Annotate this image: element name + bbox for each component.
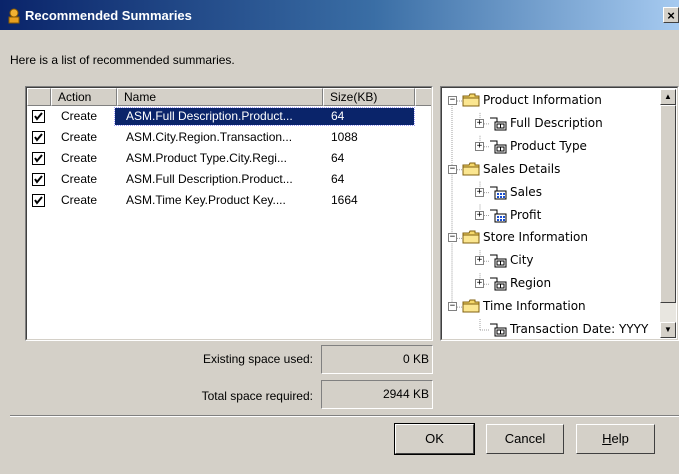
expand-icon[interactable]: + [475, 187, 484, 197]
help-button[interactable]: Help [576, 424, 655, 454]
existing-space-label: Existing space used: [202, 352, 313, 366]
checkmark-icon [34, 112, 43, 121]
tree-item-node[interactable]: Transaction Date: YYYY [442, 319, 664, 339]
tree-node-label: Sales Details [483, 161, 561, 176]
column-header-filler [415, 88, 431, 106]
folder-icon [462, 92, 480, 111]
row-size: 1664 [331, 193, 358, 207]
dimension-icon [489, 138, 507, 157]
row-name: ASM.City.Region.Transaction... [126, 130, 293, 144]
table-row[interactable]: Create ASM.City.Region.Transaction... 1088 [27, 128, 431, 146]
total-space-value: 2944 KB [321, 380, 433, 409]
table-row[interactable]: Create ASM.Time Key.Product Key.... 1664 [27, 191, 431, 209]
checkmark-icon [34, 133, 43, 142]
expand-icon[interactable]: + [475, 141, 484, 151]
row-action: Create [61, 172, 98, 186]
list-header: Action Name Size(KB) [27, 88, 431, 106]
row-size: 1088 [331, 130, 358, 144]
dimension-icon [489, 321, 507, 339]
tree-node-label: Time Information [483, 299, 586, 314]
column-header-action[interactable]: Action [51, 88, 117, 106]
tree-folder-node[interactable]: − Sales Details [442, 159, 664, 181]
row-checkbox[interactable] [32, 131, 45, 144]
row-name: ASM.Time Key.Product Key.... [126, 193, 286, 207]
tree-node-label: Profit [510, 207, 542, 222]
table-row[interactable]: Create ASM.Full Description.Product... 64 [27, 107, 431, 126]
row-action: Create [61, 109, 98, 123]
tree-item-node[interactable]: + Full Description [442, 113, 664, 135]
summary-wizard-icon [8, 8, 20, 24]
table-row[interactable]: Create ASM.Full Description.Product... 64 [27, 170, 431, 188]
ok-button[interactable]: OK [394, 423, 475, 455]
row-action: Create [61, 193, 98, 207]
close-button[interactable]: × [663, 7, 679, 23]
collapse-icon[interactable]: − [448, 233, 457, 243]
dimension-tree[interactable]: − Product Information + Full Description + Pr… [440, 86, 679, 341]
expand-icon[interactable]: + [475, 256, 484, 266]
row-checkbox[interactable] [32, 173, 45, 186]
collapse-icon[interactable]: − [448, 302, 457, 312]
row-checkbox[interactable] [32, 152, 45, 165]
tree-item-node[interactable]: + Product Type [442, 136, 664, 158]
folder-icon [462, 161, 480, 180]
scroll-thumb[interactable] [660, 105, 676, 303]
collapse-icon[interactable]: − [448, 164, 457, 174]
dimension-icon [489, 115, 507, 134]
row-action: Create [61, 151, 98, 165]
checkmark-icon [34, 196, 43, 205]
expand-icon[interactable]: + [475, 279, 484, 289]
checkmark-icon [34, 154, 43, 163]
tree-folder-node[interactable]: − Product Information [442, 90, 664, 112]
tree-folder-node[interactable]: − Store Information [442, 227, 664, 249]
folder-icon [462, 229, 480, 248]
tree-item-node[interactable]: + Profit [442, 205, 664, 227]
row-action: Create [61, 130, 98, 144]
tree-node-label: Sales [510, 184, 542, 199]
tree-item-node[interactable]: + Sales [442, 182, 664, 204]
summaries-list[interactable]: Action Name Size(KB) Create ASM.Full Desc… [25, 86, 433, 341]
dimension-icon [489, 252, 507, 271]
title-bar: Recommended Summaries × [0, 0, 679, 30]
total-space-label: Total space required: [201, 389, 313, 403]
table-row[interactable]: Create ASM.Product Type.City.Regi... 64 [27, 149, 431, 167]
row-checkbox[interactable] [32, 110, 45, 123]
tree-node-label: Product Type [510, 138, 587, 153]
row-size: 64 [331, 172, 345, 186]
intro-text: Here is a list of recommended summaries. [10, 53, 235, 67]
collapse-icon[interactable]: − [448, 96, 457, 105]
tree-item-node[interactable]: + City [442, 250, 664, 272]
measure-icon [489, 184, 507, 203]
tree-node-label: Transaction Date: YYYY [510, 322, 649, 336]
cancel-button[interactable]: Cancel [486, 424, 564, 454]
dimension-icon [489, 275, 507, 294]
tree-folder-node[interactable]: − Time Information [442, 296, 664, 318]
scroll-down-button[interactable]: ▼ [660, 322, 676, 338]
column-header-size[interactable]: Size(KB) [323, 88, 415, 106]
column-header-name[interactable]: Name [117, 88, 323, 106]
existing-space-value: 0 KB [321, 345, 433, 374]
window-title: Recommended Summaries [25, 8, 192, 23]
folder-icon [462, 298, 480, 317]
row-checkbox[interactable] [32, 194, 45, 207]
row-name: ASM.Full Description.Product... [126, 172, 293, 186]
expand-icon[interactable]: + [475, 210, 484, 220]
tree-node-label: City [510, 253, 534, 268]
row-name: ASM.Full Description.Product... [126, 109, 293, 123]
column-header-check[interactable] [27, 88, 51, 106]
tree-node-label: Product Information [483, 93, 602, 107]
measure-icon [489, 207, 507, 226]
expand-icon[interactable]: + [475, 118, 484, 128]
row-size: 64 [331, 151, 345, 165]
tree-node-label: Region [510, 276, 552, 291]
tree-node-label: Store Information [483, 230, 588, 245]
checkmark-icon [34, 175, 43, 184]
tree-node-label: Full Description [510, 115, 603, 130]
scroll-up-button[interactable]: ▲ [660, 89, 676, 105]
row-name: ASM.Product Type.City.Regi... [126, 151, 287, 165]
tree-item-node[interactable]: + Region [442, 273, 664, 295]
row-size: 64 [331, 109, 345, 123]
tree-scrollbar[interactable]: ▲ ▼ [660, 89, 676, 338]
separator-line [10, 415, 679, 417]
